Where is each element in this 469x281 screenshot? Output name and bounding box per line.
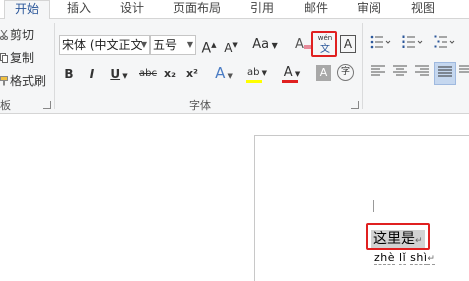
underline-button[interactable]: U ▼ <box>107 64 131 84</box>
enclose-characters-button[interactable]: 字 <box>337 64 354 81</box>
scissors-icon <box>0 28 8 40</box>
grow-font-icon: A <box>201 40 212 57</box>
format-painter-icon <box>0 74 8 86</box>
tab-home[interactable]: 开始 <box>4 0 50 20</box>
page-top-edge <box>254 135 469 136</box>
distributed-button[interactable] <box>459 64 469 84</box>
distributed-icon <box>459 65 469 73</box>
copy-button[interactable]: 复制 <box>0 50 34 66</box>
copy-icon <box>0 51 8 63</box>
document-canvas[interactable]: 这里是↵ zhè lǐ shì↵ <box>0 115 469 281</box>
font-name-value: 宋体 (中文正文 <box>62 38 143 52</box>
font-dialog-launcher[interactable] <box>351 101 359 109</box>
copy-label: 复制 <box>10 51 35 65</box>
ribbon-tab-bar: 开始 插入 设计 页面布局 引用 邮件 审阅 视图 <box>0 0 469 20</box>
align-center-icon <box>393 65 407 76</box>
pinyin-syllable: shì <box>410 251 428 265</box>
character-border-icon: A <box>343 37 353 51</box>
clipboard-group-label: 板 <box>0 99 11 112</box>
strikethrough-button[interactable]: abc <box>138 64 158 84</box>
align-left-icon <box>371 65 385 76</box>
chevron-down-icon: ▼ <box>186 40 193 49</box>
margin-corner-mark <box>373 200 374 212</box>
tab-review[interactable]: 审阅 <box>350 0 388 19</box>
numbering-button[interactable] <box>400 35 426 55</box>
clipboard-dialog-launcher[interactable] <box>43 101 51 109</box>
pinyin-syllable: lǐ <box>399 251 407 265</box>
tab-mailings[interactable]: 邮件 <box>297 0 335 19</box>
font-size-combobox[interactable]: 五号 ▼ <box>150 35 196 55</box>
font-color-icon: A <box>283 65 293 80</box>
align-right-icon <box>415 65 429 76</box>
underline-icon: U <box>110 67 121 81</box>
grow-font-button[interactable]: A▲ <box>200 35 218 57</box>
tab-view[interactable]: 视图 <box>404 0 442 19</box>
pinyin-line: zhè lǐ shì↵ <box>374 251 436 265</box>
selected-text-highlight <box>366 223 430 250</box>
bullets-button[interactable] <box>368 35 394 55</box>
paragraph-mark-icon: ↵ <box>427 254 436 265</box>
pinyin-syllable: zhè <box>374 251 396 265</box>
align-right-button[interactable] <box>413 64 431 84</box>
font-size-value: 五号 <box>153 38 178 52</box>
font-color-button[interactable]: A ▼ <box>280 63 304 83</box>
tab-insert[interactable]: 插入 <box>60 0 98 19</box>
italic-button[interactable]: I <box>85 64 99 84</box>
highlight-color-bar <box>246 80 262 83</box>
superscript-button[interactable]: x² <box>184 64 200 84</box>
group-separator <box>362 23 363 109</box>
ribbon: 剪切 复制 格式刷 板 宋体 (中文正文 ▼ 五号 ▼ A▲ A▼ Aa ▼ A… <box>0 19 469 114</box>
subscript-button[interactable]: x₂ <box>162 64 178 84</box>
group-separator <box>54 23 55 109</box>
change-case-icon: Aa <box>252 37 270 52</box>
align-center-button[interactable] <box>391 64 409 84</box>
tab-page-layout[interactable]: 页面布局 <box>168 0 226 19</box>
multilevel-list-button[interactable] <box>432 35 458 55</box>
font-color-bar <box>282 80 298 83</box>
tab-references[interactable]: 引用 <box>243 0 281 19</box>
bullets-icon <box>370 35 391 49</box>
multilevel-list-icon <box>434 35 455 48</box>
clear-formatting-icon: A <box>295 37 304 52</box>
change-case-button[interactable]: Aa ▼ <box>250 35 280 55</box>
justify-button[interactable] <box>434 62 456 85</box>
align-left-button[interactable] <box>369 64 387 84</box>
text-effects-icon: A <box>215 64 226 82</box>
highlighter-icon: ab <box>246 67 260 78</box>
text-highlight-button[interactable]: ab ▼ <box>244 63 270 83</box>
tab-design[interactable]: 设计 <box>113 0 151 19</box>
cut-button[interactable]: 剪切 <box>0 27 34 43</box>
bold-button[interactable]: B <box>62 64 76 84</box>
numbering-icon <box>402 35 423 48</box>
text-effects-button[interactable]: A ▼ <box>212 63 236 83</box>
page-left-edge <box>254 135 255 281</box>
chevron-down-icon: ▼ <box>140 40 147 49</box>
font-name-combobox[interactable]: 宋体 (中文正文 ▼ <box>59 35 150 55</box>
font-group-label: 字体 <box>189 99 211 112</box>
character-shading-button[interactable]: A <box>316 65 331 81</box>
eraser-icon <box>303 45 311 49</box>
format-painter-label: 格式刷 <box>10 74 47 88</box>
phonetic-guide-highlight <box>311 31 337 57</box>
shrink-font-button[interactable]: A▼ <box>222 35 240 55</box>
cut-label: 剪切 <box>10 28 35 42</box>
clear-formatting-button[interactable]: A <box>293 35 313 55</box>
justify-icon <box>438 66 452 77</box>
format-painter-button[interactable]: 格式刷 <box>0 73 46 89</box>
character-border-button[interactable]: A <box>340 35 356 53</box>
